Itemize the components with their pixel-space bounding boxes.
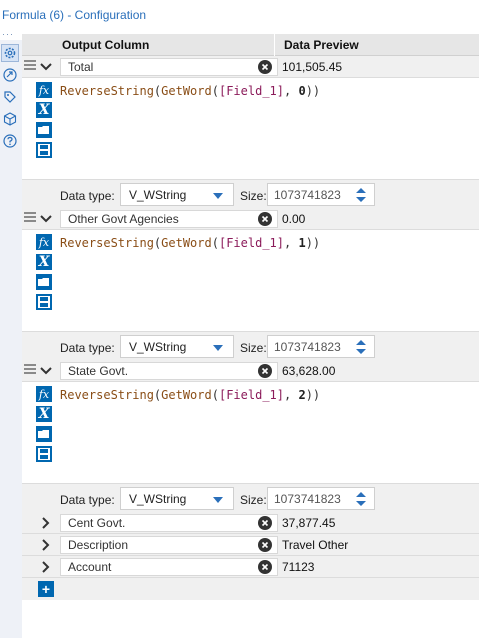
variable-icon[interactable]: X	[36, 102, 52, 118]
output-column-name[interactable]: Other Govt Agencies	[60, 210, 278, 228]
expression-text[interactable]: ReverseString(GetWord([Field_1], 0))	[60, 84, 320, 98]
size-label: Size:	[240, 341, 267, 355]
data-preview-value: 71123	[282, 560, 315, 574]
data-type-select[interactable]: V_WString	[120, 487, 234, 510]
size-input[interactable]: 1073741823	[267, 183, 375, 206]
help-icon[interactable]	[1, 132, 19, 150]
output-column-header: Output Column	[62, 38, 150, 52]
data-preview-value: 0.00	[282, 212, 306, 226]
save-icon[interactable]	[36, 142, 52, 158]
expression-editor[interactable]: fx X ReverseString(GetWord([Field_1], 2)…	[22, 382, 479, 484]
dropdown-caret-icon	[213, 193, 223, 199]
function-icon[interactable]: fx	[36, 234, 52, 250]
formula-row[interactable]: State Govt. 63,628.00	[22, 360, 479, 382]
open-folder-icon[interactable]	[36, 426, 52, 442]
data-type-row: Data type: V_WString Size: 1073741823	[22, 332, 479, 362]
variable-icon[interactable]: X	[36, 406, 52, 422]
expression-text[interactable]: ReverseString(GetWord([Field_1], 1))	[60, 236, 320, 250]
expression-text[interactable]: ReverseString(GetWord([Field_1], 2))	[60, 388, 320, 402]
data-type-select[interactable]: V_WString	[120, 183, 234, 206]
formula-row-collapsed[interactable]: Account 71123	[22, 556, 479, 578]
size-label: Size:	[240, 189, 267, 203]
expression-editor[interactable]: fx X ReverseString(GetWord([Field_1], 1)…	[22, 230, 479, 332]
data-preview-value: 37,877.45	[282, 516, 336, 530]
clear-icon[interactable]	[258, 212, 272, 226]
expression-editor[interactable]: fx X ReverseString(GetWord([Field_1], 0)…	[22, 78, 479, 180]
box-icon[interactable]	[1, 110, 19, 128]
chevron-right-icon[interactable]	[38, 515, 54, 531]
data-type-label: Data type:	[60, 493, 115, 507]
spinner-icon[interactable]	[356, 491, 366, 507]
function-icon[interactable]: fx	[36, 82, 52, 98]
spinner-icon[interactable]	[356, 187, 366, 203]
left-toolbar	[0, 40, 22, 638]
clear-icon[interactable]	[258, 538, 272, 552]
clear-icon[interactable]	[258, 364, 272, 378]
output-column-name[interactable]: Description	[60, 536, 278, 554]
output-column-name[interactable]: Cent Govt.	[60, 514, 278, 532]
size-label: Size:	[240, 493, 267, 507]
open-folder-icon[interactable]	[36, 122, 52, 138]
add-row: +	[22, 578, 479, 600]
window-title: Formula (6) - Configuration	[2, 8, 147, 22]
formula-row-collapsed[interactable]: Description Travel Other	[22, 534, 479, 556]
output-column-name[interactable]: State Govt.	[60, 362, 278, 380]
tag-icon[interactable]	[1, 88, 19, 106]
formula-panel: Output Column Data Preview Total 101,505…	[22, 34, 479, 638]
data-type-row: Data type: V_WString Size: 1073741823	[22, 484, 479, 514]
more-dots-icon[interactable]: ···	[2, 30, 14, 39]
gear-icon[interactable]	[1, 44, 19, 62]
data-preview-value: 101,505.45	[282, 60, 343, 74]
data-preview-value: 63,628.00	[282, 364, 336, 378]
data-type-label: Data type:	[60, 189, 115, 203]
drag-handle-icon[interactable]	[24, 212, 36, 226]
drag-handle-icon[interactable]	[24, 60, 36, 74]
data-type-select[interactable]: V_WString	[120, 335, 234, 358]
spinner-icon[interactable]	[356, 339, 366, 355]
output-column-name[interactable]: Total	[60, 58, 278, 76]
data-preview-header: Data Preview	[284, 38, 359, 52]
dropdown-caret-icon	[213, 345, 223, 351]
drag-handle-icon[interactable]	[24, 364, 36, 378]
formula-row[interactable]: Total 101,505.45	[22, 56, 479, 78]
open-folder-icon[interactable]	[36, 274, 52, 290]
function-icon[interactable]: fx	[36, 386, 52, 402]
column-header: Output Column Data Preview	[22, 34, 479, 56]
add-formula-button[interactable]: +	[38, 581, 54, 597]
arrows-icon[interactable]	[1, 66, 19, 84]
clear-icon[interactable]	[258, 560, 272, 574]
chevron-right-icon[interactable]	[38, 537, 54, 553]
clear-icon[interactable]	[258, 60, 272, 74]
data-type-label: Data type:	[60, 341, 115, 355]
save-icon[interactable]	[36, 294, 52, 310]
clear-icon[interactable]	[258, 516, 272, 530]
size-input[interactable]: 1073741823	[267, 487, 375, 510]
chevron-right-icon[interactable]	[38, 559, 54, 575]
data-type-row: Data type: V_WString Size: 1073741823	[22, 180, 479, 210]
chevron-down-icon[interactable]	[38, 363, 54, 379]
title-bar: Formula (6) - Configuration	[0, 0, 479, 30]
variable-icon[interactable]: X	[36, 254, 52, 270]
dropdown-caret-icon	[213, 497, 223, 503]
output-column-name[interactable]: Account	[60, 558, 278, 576]
formula-row-collapsed[interactable]: Cent Govt. 37,877.45	[22, 512, 479, 534]
formula-row[interactable]: Other Govt Agencies 0.00	[22, 208, 479, 230]
header-divider	[274, 34, 275, 56]
chevron-down-icon[interactable]	[38, 211, 54, 227]
chevron-down-icon[interactable]	[38, 59, 54, 75]
data-preview-value: Travel Other	[282, 538, 349, 552]
size-input[interactable]: 1073741823	[267, 335, 375, 358]
save-icon[interactable]	[36, 446, 52, 462]
